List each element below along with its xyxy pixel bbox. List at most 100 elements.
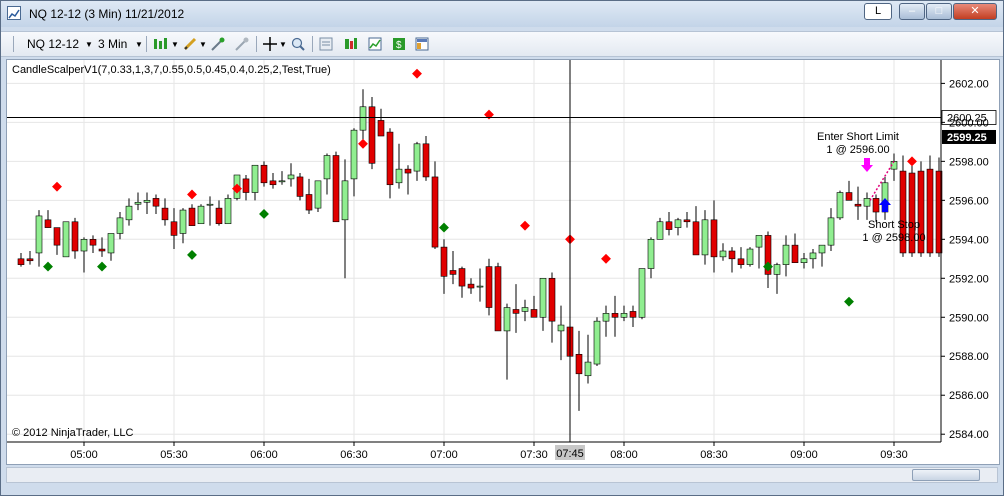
time-axis-label: 05:30 — [160, 449, 188, 461]
time-axis-label: 07:30 — [520, 449, 548, 461]
candle-down — [575, 353, 583, 375]
candle-down — [530, 309, 538, 318]
candle-up — [251, 164, 259, 193]
candle-up — [287, 174, 295, 180]
properties-icon[interactable] — [344, 37, 358, 51]
title-bar[interactable]: NQ 12-12 (3 Min) 11/21/2012 L – □ ✕ — [1, 1, 1003, 27]
maximize-button[interactable]: □ — [926, 3, 952, 20]
candle-up — [584, 361, 592, 377]
candle-up — [179, 209, 187, 234]
candle-down — [377, 120, 385, 137]
strategy-icon[interactable] — [235, 37, 249, 51]
drawing-pencil-icon[interactable] — [183, 37, 197, 51]
crosshair-dropdown-icon[interactable]: ▼ — [279, 40, 287, 49]
candle-down — [611, 313, 619, 318]
instrument-selector[interactable]: NQ 12-12 — [27, 37, 79, 51]
candle-down — [467, 283, 475, 289]
time-axis-label: 05:00 — [70, 449, 98, 461]
candle-up — [701, 219, 709, 256]
candlestick-chart[interactable]: 2600.252599.2507:45Enter Short Limit1 @ … — [7, 60, 999, 464]
chart-trader-icon[interactable] — [368, 37, 382, 51]
chart-app-icon — [7, 6, 21, 20]
chart-window: NQ 12-12 (3 Min) 11/21/2012 L – □ ✕ NQ 1… — [0, 0, 1004, 496]
short-limit-arrow-icon — [861, 158, 873, 172]
candle-down — [305, 194, 313, 211]
bar-style-dropdown-icon[interactable]: ▼ — [171, 40, 179, 49]
candle-down — [368, 106, 376, 164]
candle-up — [224, 198, 232, 225]
sell-signal-marker — [520, 220, 530, 231]
bar-style-icon[interactable] — [153, 37, 167, 51]
candle-down — [269, 180, 277, 186]
candle-up — [134, 201, 142, 205]
time-axis-label: 08:00 — [610, 449, 638, 461]
candle-down — [710, 219, 718, 258]
candle-down — [683, 219, 691, 223]
candle-down — [332, 155, 340, 223]
candle-up — [62, 221, 70, 258]
candle-down — [404, 168, 412, 174]
toolbar-separator — [13, 36, 14, 52]
candle-up — [476, 285, 484, 288]
price-axis-label: 2592.00 — [949, 273, 989, 285]
candle-down — [737, 258, 745, 265]
dollar-icon[interactable]: $ — [392, 37, 406, 51]
candle-down — [215, 207, 223, 225]
candle-down — [458, 268, 466, 287]
candle-up — [503, 307, 511, 332]
crosshair-icon[interactable] — [263, 37, 277, 51]
candle-up — [80, 239, 88, 252]
chart-panel[interactable]: 2600.25 2599.25 07:45 Enter Short Limit 1 @ … — [6, 59, 1000, 465]
interval-dropdown-icon[interactable]: ▼ — [135, 40, 143, 49]
scrollbar-thumb[interactable] — [912, 469, 980, 481]
candle-up — [521, 307, 529, 312]
candle-up — [818, 244, 826, 254]
time-axis-label: 07:00 — [430, 449, 458, 461]
candle-down — [161, 207, 169, 221]
candle-up — [620, 313, 628, 318]
drawing-dropdown-icon[interactable]: ▼ — [199, 40, 207, 49]
layout-icon[interactable] — [415, 37, 429, 51]
candle-up — [350, 129, 358, 180]
buy-signal-marker — [259, 209, 269, 219]
candle-up — [35, 215, 43, 254]
candle-down — [44, 219, 52, 228]
instrument-dropdown-icon[interactable]: ▼ — [85, 40, 93, 49]
candle-up — [638, 268, 646, 318]
zoom-icon[interactable] — [291, 37, 305, 51]
candle-up — [836, 192, 844, 219]
add-indicator-icon[interactable] — [211, 37, 225, 51]
candle-down — [791, 244, 799, 263]
candle-down — [728, 250, 736, 260]
time-axis-label: 09:30 — [880, 449, 908, 461]
price-axis-label: 2594.00 — [949, 234, 989, 246]
svg-text:$: $ — [396, 40, 402, 51]
price-axis-label: 2590.00 — [949, 312, 989, 324]
price-axis-label: 2598.00 — [949, 156, 989, 168]
candle-up — [782, 244, 790, 265]
candle-up — [755, 235, 763, 248]
interval-selector[interactable]: 3 Min — [98, 37, 127, 51]
candle-up — [125, 205, 133, 221]
price-axis-label: 2600.00 — [949, 117, 989, 129]
candle-down — [170, 221, 178, 236]
buy-signal-marker — [43, 261, 53, 272]
candle-up — [341, 180, 349, 221]
sell-signal-marker — [907, 156, 917, 167]
link-button[interactable]: L — [864, 3, 892, 20]
data-box-icon[interactable] — [319, 37, 333, 51]
candle-down — [386, 131, 394, 186]
horizontal-scrollbar[interactable] — [6, 467, 998, 483]
buy-signal-marker — [439, 222, 449, 233]
minimize-button[interactable]: – — [899, 3, 925, 20]
candle-down — [629, 311, 637, 318]
candle-down — [17, 258, 25, 265]
candle-up — [809, 252, 817, 260]
candle-down — [71, 221, 79, 252]
candle-down — [296, 176, 304, 197]
candle-up — [539, 277, 547, 318]
close-button[interactable]: ✕ — [953, 3, 997, 20]
candle-up — [746, 248, 754, 265]
candle-up — [800, 258, 808, 263]
candle-down — [26, 258, 34, 262]
